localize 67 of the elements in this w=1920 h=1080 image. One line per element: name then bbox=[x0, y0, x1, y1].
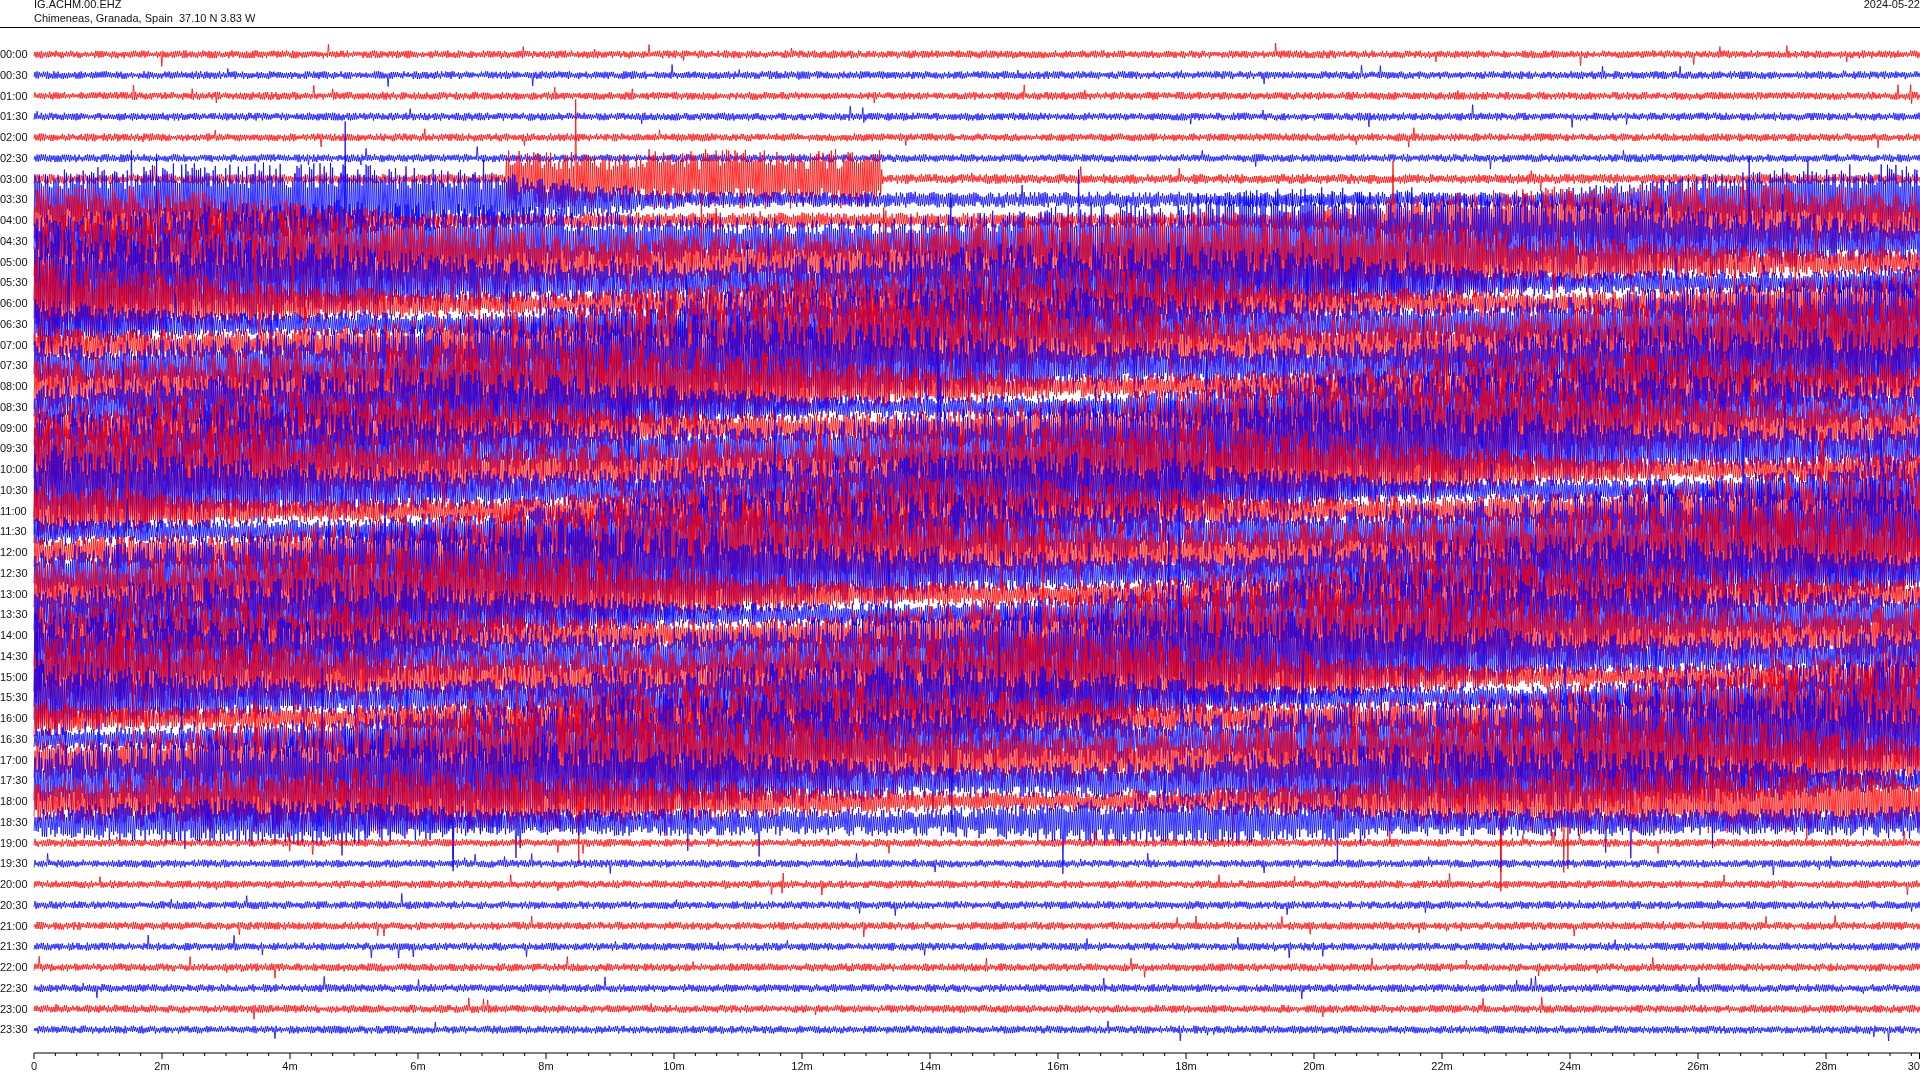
axis-label: 16m bbox=[1047, 1060, 1069, 1073]
time-label: 22:30 bbox=[0, 980, 29, 996]
axis-label: 4m bbox=[282, 1060, 298, 1073]
time-label: 14:30 bbox=[0, 648, 29, 664]
time-label: 06:00 bbox=[0, 296, 29, 312]
time-label: 04:00 bbox=[0, 213, 29, 229]
time-label: 20:00 bbox=[0, 877, 29, 893]
axis-label: 0 bbox=[31, 1060, 38, 1073]
time-label: 22:00 bbox=[0, 960, 29, 976]
axis-label: 30 bbox=[1907, 1060, 1920, 1073]
time-label: 19:30 bbox=[0, 856, 29, 872]
time-label: 16:30 bbox=[0, 731, 29, 747]
time-label: 23:30 bbox=[0, 1022, 29, 1038]
axis-label: 28m bbox=[1815, 1060, 1837, 1073]
axis-label: 2m bbox=[154, 1060, 170, 1073]
axis-label: 6m bbox=[410, 1060, 426, 1073]
time-label: 17:30 bbox=[0, 773, 29, 789]
axis-label: 8m bbox=[538, 1060, 554, 1073]
time-label: 09:00 bbox=[0, 420, 29, 436]
axis-label: 10m bbox=[663, 1060, 685, 1073]
time-label: 23:00 bbox=[0, 1001, 29, 1017]
time-label: 07:00 bbox=[0, 337, 29, 353]
date-label: 2024-05-22 bbox=[1863, 0, 1920, 12]
time-label: 10:30 bbox=[0, 482, 29, 498]
time-label: 08:00 bbox=[0, 379, 29, 395]
axis-label: 12m bbox=[791, 1060, 813, 1073]
time-label: 00:00 bbox=[0, 47, 29, 63]
time-label: 07:30 bbox=[0, 358, 29, 374]
time-label: 13:30 bbox=[0, 607, 29, 623]
axis-label: 18m bbox=[1175, 1060, 1197, 1073]
axis-label: 14m bbox=[919, 1060, 941, 1073]
station-location: Chimeneas, Granada, Spain 37.10 N 3.83 W bbox=[34, 11, 256, 25]
time-label: 03:00 bbox=[0, 171, 29, 187]
time-label: 09:30 bbox=[0, 441, 29, 457]
time-label: 12:30 bbox=[0, 565, 29, 581]
time-label: 00:30 bbox=[0, 67, 29, 83]
time-label: 15:30 bbox=[0, 690, 29, 706]
time-label: 13:00 bbox=[0, 586, 29, 602]
time-label: 21:00 bbox=[0, 918, 29, 934]
time-label: 02:00 bbox=[0, 130, 29, 146]
station-code: IG.ACHM.00.EHZ bbox=[34, 0, 123, 11]
time-label: 11:00 bbox=[0, 503, 28, 519]
time-label: 08:30 bbox=[0, 399, 29, 415]
time-label: 19:00 bbox=[0, 835, 29, 851]
axis-label: 24m bbox=[1559, 1060, 1581, 1073]
time-label: 01:00 bbox=[0, 88, 29, 104]
time-label: 18:00 bbox=[0, 794, 29, 810]
time-label: 10:00 bbox=[0, 462, 29, 478]
time-label: 01:30 bbox=[0, 109, 29, 125]
time-label: 18:30 bbox=[0, 814, 29, 830]
time-label: 03:30 bbox=[0, 192, 29, 208]
time-label: 05:00 bbox=[0, 254, 29, 270]
time-label: 02:30 bbox=[0, 150, 29, 166]
time-label: 14:00 bbox=[0, 628, 29, 644]
time-label: 21:30 bbox=[0, 939, 29, 955]
time-label: 16:00 bbox=[0, 711, 29, 727]
time-label: 17:00 bbox=[0, 752, 29, 768]
axis-label: 20m bbox=[1303, 1060, 1325, 1073]
time-label: 20:30 bbox=[0, 897, 29, 913]
time-label: 11:30 bbox=[0, 524, 28, 540]
axis-label: 26m bbox=[1687, 1060, 1709, 1073]
time-label: 15:00 bbox=[0, 669, 29, 685]
time-label: 12:00 bbox=[0, 545, 29, 561]
time-label: 05:30 bbox=[0, 275, 29, 291]
time-label: 06:30 bbox=[0, 316, 29, 332]
axis-label: 22m bbox=[1431, 1060, 1453, 1073]
time-label: 04:30 bbox=[0, 233, 29, 249]
